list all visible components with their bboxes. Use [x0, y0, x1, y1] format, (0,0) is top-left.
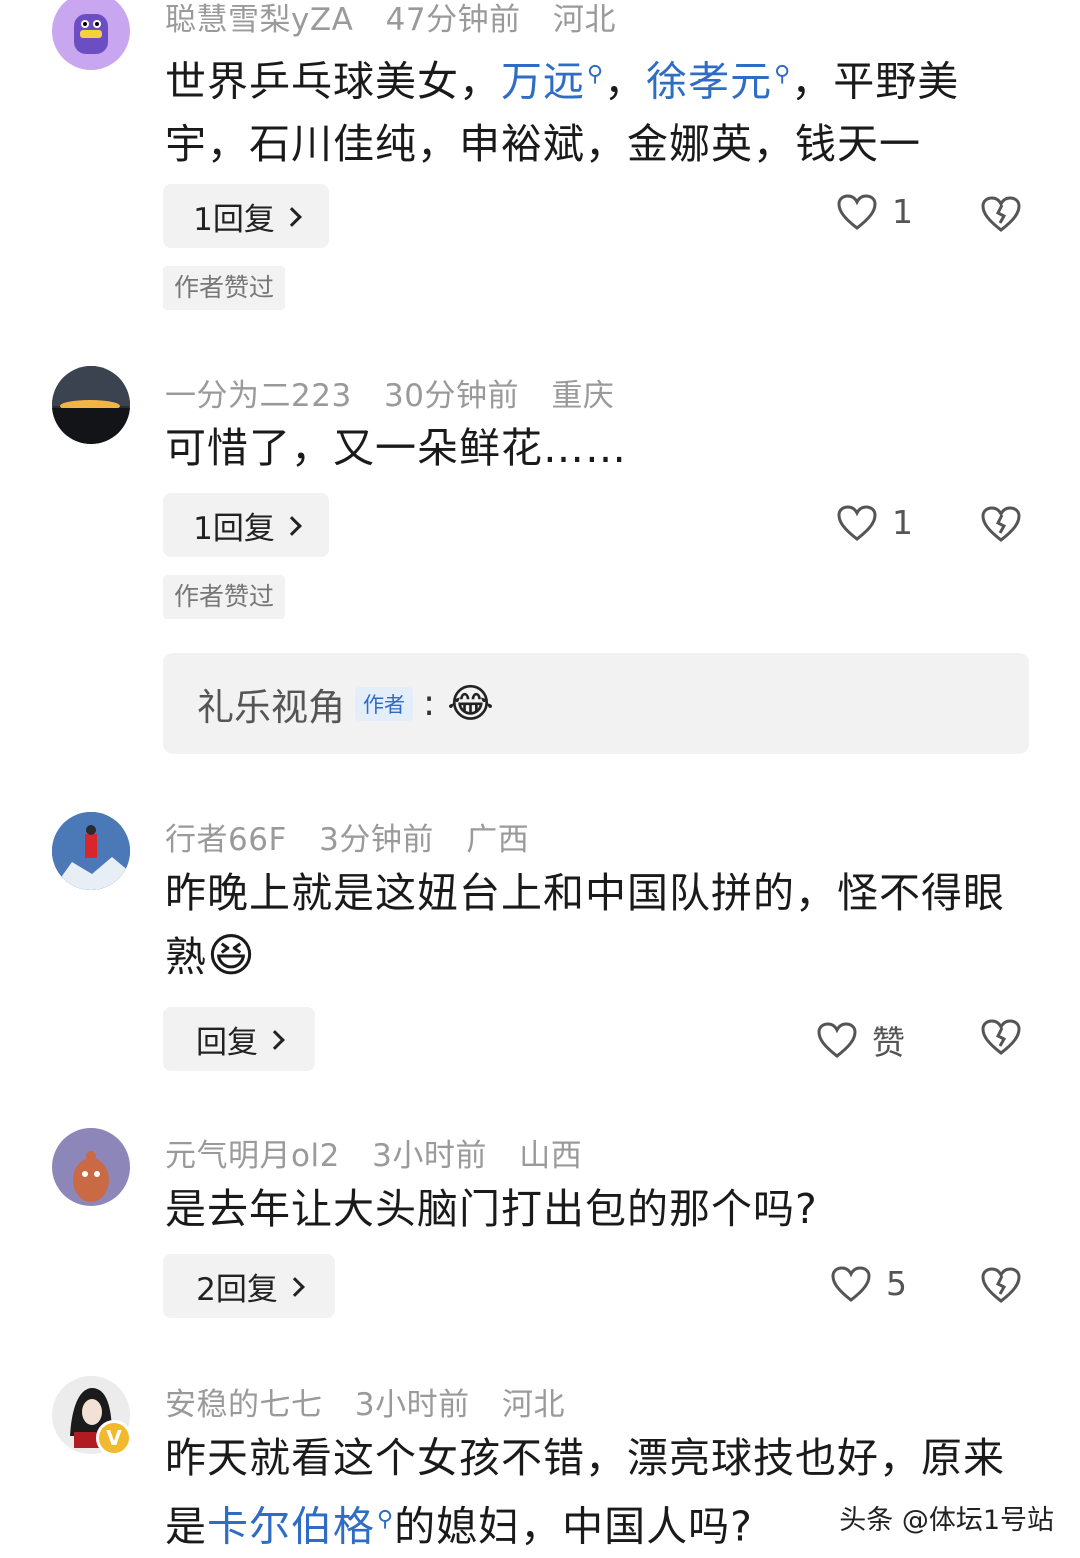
broken-heart-icon	[981, 1267, 1021, 1303]
comment-text: 昨晚上就是这妞台上和中国队拼的，怪不得眼熟😆	[165, 869, 1005, 982]
comment-meta: 元气明月ol2 3小时前 山西	[165, 1130, 604, 1175]
username[interactable]: 安稳的七七	[165, 1387, 323, 1423]
avatar[interactable]	[52, 0, 130, 70]
location: 山西	[519, 1138, 583, 1174]
comment-text: 可惜了，又一朵鲜花……	[165, 424, 627, 472]
search-icon: ⚲	[774, 62, 792, 87]
like-button[interactable]: 5	[830, 1264, 907, 1303]
heart-icon	[817, 1022, 857, 1058]
reply-colon: :	[423, 683, 436, 724]
dislike-button[interactable]	[980, 1018, 1022, 1060]
avatar-sunset-icon	[52, 366, 130, 444]
author-tag: 作者	[355, 686, 413, 721]
broken-heart-icon	[981, 506, 1021, 542]
comment-text: 世界乒乓球美女，万远⚲，徐孝元⚲，平野美宇，石川佳纯，申裕斌，金娜英，钱天一	[165, 57, 960, 168]
comment-meta: 安稳的七七 3小时前 河北	[165, 1379, 587, 1424]
dislike-button[interactable]	[980, 195, 1022, 237]
watermark: 头条 @体坛1号站	[839, 1505, 1054, 1536]
avatar[interactable]	[52, 366, 130, 444]
avatar-cartoon-icon	[74, 14, 108, 54]
like-count: 1	[892, 503, 913, 542]
broken-heart-icon	[981, 1019, 1021, 1055]
broken-heart-icon	[981, 196, 1021, 232]
reply-button[interactable]: 1回复	[163, 184, 329, 248]
timestamp: 3分钟前	[319, 822, 434, 858]
comment-meta: 一分为二223 30分钟前 重庆	[165, 370, 636, 415]
chevron-right-icon	[284, 1277, 305, 1297]
username[interactable]: 一分为二223	[165, 378, 352, 414]
username[interactable]: 行者66F	[165, 822, 287, 858]
like-label: 赞	[872, 1023, 905, 1062]
location: 河北	[552, 2, 616, 38]
heart-icon	[837, 504, 877, 541]
reply-button[interactable]: 2回复	[163, 1254, 335, 1318]
like-count: 1	[892, 192, 913, 231]
like-button[interactable]: 1	[836, 503, 913, 542]
chevron-right-icon	[265, 1030, 285, 1050]
chevron-right-icon	[281, 207, 302, 227]
dislike-button[interactable]	[980, 505, 1022, 547]
author-liked-badge: 作者赞过	[163, 266, 286, 310]
timestamp: 3小时前	[354, 1387, 470, 1423]
comment-text: 昨天就看这个女孩不错，漂亮球技也好，原来是卡尔伯格⚲的媳妇，中国人吗?	[165, 1434, 1005, 1551]
like-count: 5	[886, 1264, 907, 1303]
author-liked-badge: 作者赞过	[163, 575, 286, 619]
timestamp: 30分钟前	[384, 378, 519, 414]
timestamp: 3小时前	[372, 1138, 487, 1174]
avatar-cartoon-icon	[73, 1151, 109, 1202]
comment-text: 是去年让大头脑门打出包的那个吗?	[165, 1185, 818, 1233]
search-link[interactable]: 万远	[501, 58, 585, 106]
avatar[interactable]	[52, 812, 130, 890]
like-button[interactable]: 赞	[816, 1016, 905, 1064]
author-name[interactable]: 礼乐视角	[197, 677, 345, 731]
laugh-cry-emoji: 😂	[447, 680, 494, 727]
timestamp: 47分钟前	[385, 2, 521, 38]
search-icon: ⚲	[377, 1507, 395, 1532]
grin-emoji: 😆	[207, 928, 256, 982]
search-icon: ⚲	[587, 62, 605, 87]
username[interactable]: 聪慧雪梨yZA	[165, 2, 353, 38]
verified-badge: V	[96, 1420, 132, 1456]
heart-icon	[831, 1265, 871, 1302]
reply-button[interactable]: 1回复	[163, 493, 329, 557]
dislike-button[interactable]	[980, 1266, 1022, 1308]
author-reply-preview[interactable]: 礼乐视角 作者 : 😂	[163, 653, 1029, 754]
location: 广西	[466, 822, 530, 858]
avatar[interactable]	[52, 1128, 130, 1206]
avatar-climber-icon	[52, 812, 130, 890]
location: 河北	[501, 1387, 565, 1423]
search-link[interactable]: 卡尔伯格	[207, 1503, 375, 1551]
reply-button[interactable]: 回复	[163, 1007, 315, 1071]
comment-meta: 行者66F 3分钟前 广西	[165, 814, 551, 859]
chevron-right-icon	[281, 516, 302, 536]
heart-icon	[837, 193, 877, 230]
location: 重庆	[551, 378, 615, 414]
search-link[interactable]: 徐孝元	[646, 58, 772, 106]
like-button[interactable]: 1	[836, 192, 913, 231]
avatar[interactable]: V	[52, 1376, 132, 1456]
username[interactable]: 元气明月ol2	[165, 1138, 340, 1174]
comment-meta: 聪慧雪梨yZA 47分钟前 河北	[165, 0, 638, 39]
